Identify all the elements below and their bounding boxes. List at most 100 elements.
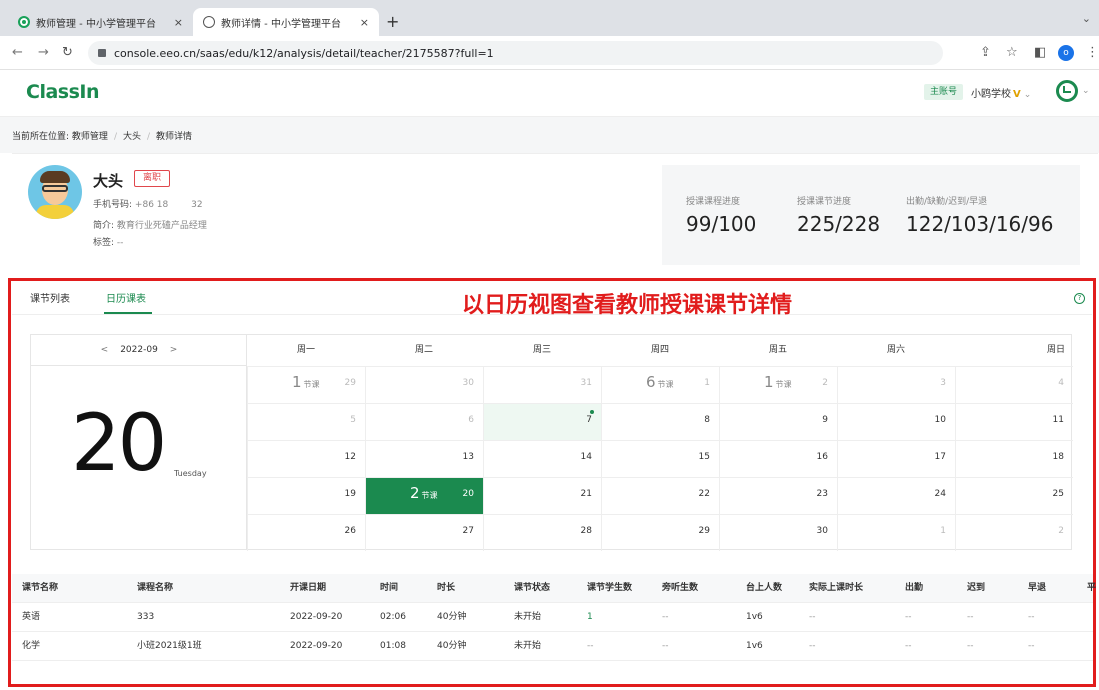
- calendar-day-cell[interactable]: 15: [601, 440, 719, 477]
- table-cell: 未开始: [514, 641, 542, 651]
- table-cell: 40分钟: [437, 612, 467, 622]
- calendar-day-cell[interactable]: 27: [365, 514, 483, 551]
- chevron-down-icon[interactable]: ⌄: [1082, 86, 1090, 96]
- tab-calendar[interactable]: 日历课表: [106, 290, 146, 305]
- table-cell: --: [662, 612, 669, 622]
- calendar-day-cell[interactable]: 25: [955, 477, 1073, 514]
- day-number: 22: [698, 489, 710, 499]
- url-input[interactable]: console.eeo.cn/saas/edu/k12/analysis/det…: [88, 41, 943, 65]
- phone-line: 手机号码: +86 18 32: [93, 197, 203, 210]
- calendar-day-cell[interactable]: 1: [837, 514, 955, 551]
- reload-icon[interactable]: ↻: [62, 45, 73, 60]
- calendar-day-cell[interactable]: 2: [955, 514, 1073, 551]
- stat-value: 99/100: [686, 212, 757, 236]
- calendar-day-cell[interactable]: 30: [719, 514, 837, 551]
- tab-search-icon[interactable]: ⌄: [1082, 12, 1091, 25]
- lesson-count-unit: 节课: [303, 380, 320, 389]
- browser-menu-icon[interactable]: ⋮: [1086, 45, 1099, 60]
- phone-value: +86 18 32: [134, 200, 203, 210]
- breadcrumb-item-teacher[interactable]: 大头: [123, 132, 141, 142]
- prev-month-button[interactable]: <: [101, 345, 109, 355]
- table-cell: 1v6: [746, 641, 763, 651]
- calendar-day-cell[interactable]: 16: [719, 440, 837, 477]
- url-text: console.eeo.cn/saas/edu/k12/analysis/det…: [114, 46, 494, 60]
- calendar-day-cell[interactable]: 3: [837, 366, 955, 403]
- calendar-day-cell[interactable]: 20 2 节课: [365, 477, 483, 514]
- forward-icon[interactable]: →: [38, 45, 49, 60]
- calendar-day-cell[interactable]: 11: [955, 403, 1073, 440]
- calendar-day-cell[interactable]: 12: [247, 440, 365, 477]
- help-icon[interactable]: ?: [1074, 293, 1085, 304]
- stat-value: 225/228: [797, 212, 881, 236]
- calendar-day-cell[interactable]: 31: [483, 366, 601, 403]
- day-number: 14: [580, 452, 592, 462]
- today-dot-icon: [590, 410, 594, 414]
- school-switcher[interactable]: 小鸥学校 V ⌄: [971, 85, 1031, 100]
- calendar-day-cell[interactable]: 30: [365, 366, 483, 403]
- close-tab-icon[interactable]: ×: [360, 16, 369, 29]
- calendar-day-cell[interactable]: 29 1 节课: [247, 366, 365, 403]
- calendar-day-cell[interactable]: 17: [837, 440, 955, 477]
- school-name: 小鸥学校: [971, 89, 1011, 100]
- calendar-day-cell[interactable]: 18: [955, 440, 1073, 477]
- breadcrumb-item-teacher-management[interactable]: 教师管理: [72, 132, 108, 142]
- browser-tab-teacher-management[interactable]: 教师管理 - 中小学管理平台 ×: [8, 8, 193, 36]
- day-number: 25: [1052, 489, 1064, 499]
- calendar-day-cell[interactable]: 5: [247, 403, 365, 440]
- lesson-count-number: 6: [646, 373, 656, 391]
- tags-label: 标签:: [93, 238, 115, 248]
- calendar-day-cell[interactable]: 9: [719, 403, 837, 440]
- column-header: 课节状态: [514, 583, 551, 593]
- calendar-day-cell[interactable]: 29: [601, 514, 719, 551]
- weekday-header: 周五: [768, 345, 787, 355]
- globe-favicon-icon: [203, 16, 215, 28]
- tab-title: 教师管理 - 中小学管理平台: [36, 18, 156, 30]
- calendar-day-cell[interactable]: 6: [365, 403, 483, 440]
- calendar-day-cell[interactable]: 19: [247, 477, 365, 514]
- column-header: 课程名称: [137, 583, 174, 593]
- calendar-day-cell[interactable]: 8: [601, 403, 719, 440]
- calendar-day-cell[interactable]: 7: [483, 403, 601, 440]
- calendar-day-cell[interactable]: 26: [247, 514, 365, 551]
- column-header: 出勤: [905, 583, 924, 593]
- column-header: 时间: [380, 583, 399, 593]
- intro-value: 教育行业死磕产品经理: [116, 221, 207, 231]
- share-icon[interactable]: ⇪: [980, 45, 991, 60]
- calendar-day-cell[interactable]: 24: [837, 477, 955, 514]
- calendar-day-cell[interactable]: 13: [365, 440, 483, 477]
- calendar-day-cell[interactable]: 14: [483, 440, 601, 477]
- close-tab-icon[interactable]: ×: [174, 16, 183, 29]
- calendar-day-cell[interactable]: 21: [483, 477, 601, 514]
- browser-tab-teacher-detail[interactable]: 教师详情 - 中小学管理平台 ×: [193, 8, 379, 36]
- calendar-day-cell[interactable]: 28: [483, 514, 601, 551]
- table-cell: --: [967, 612, 974, 622]
- classin-favicon-icon: [18, 16, 30, 28]
- column-header: 课节学生数: [587, 583, 633, 593]
- column-header: 旁听生数: [662, 583, 699, 593]
- tab-title: 教师详情 - 中小学管理平台: [221, 18, 341, 30]
- calendar-day-cell[interactable]: 10: [837, 403, 955, 440]
- day-number: 29: [698, 526, 710, 536]
- calendar-day-cell[interactable]: 4: [955, 366, 1073, 403]
- classin-logo[interactable]: ClassIn: [26, 81, 100, 103]
- profile-avatar[interactable]: o: [1058, 45, 1074, 61]
- tab-lesson-list[interactable]: 课节列表: [30, 290, 70, 305]
- calendar-day-cell[interactable]: 1 6 节课: [601, 366, 719, 403]
- current-month: 2022-09: [120, 345, 158, 355]
- calendar-day-cell[interactable]: 2 1 节课: [719, 366, 837, 403]
- calendar-day-cell[interactable]: 22: [601, 477, 719, 514]
- weekday-header: 周四: [650, 345, 669, 355]
- back-icon[interactable]: ←: [12, 45, 23, 60]
- table-header-row: 课节名称 课程名称 开课日期 时间 时长 课节状态 课节学生数 旁听生数 台上人数 实际上课时长 出…: [12, 574, 1096, 603]
- table-cell: --: [967, 641, 974, 651]
- user-clock-icon[interactable]: [1056, 80, 1078, 102]
- day-number: 1: [704, 378, 710, 388]
- lesson-count-unit: 节课: [421, 491, 438, 500]
- bookmark-star-icon[interactable]: ☆: [1006, 45, 1018, 60]
- new-tab-button[interactable]: +: [386, 12, 399, 31]
- table-row: 英语 333 2022-09-20 02:06 40分钟 未开始 1 -- 1v6 -- -- -- -…: [12, 603, 1093, 632]
- calendar-day-cell[interactable]: 23: [719, 477, 837, 514]
- day-number: 28: [580, 526, 592, 536]
- side-panel-icon[interactable]: ◧: [1034, 45, 1046, 60]
- next-month-button[interactable]: >: [170, 345, 178, 355]
